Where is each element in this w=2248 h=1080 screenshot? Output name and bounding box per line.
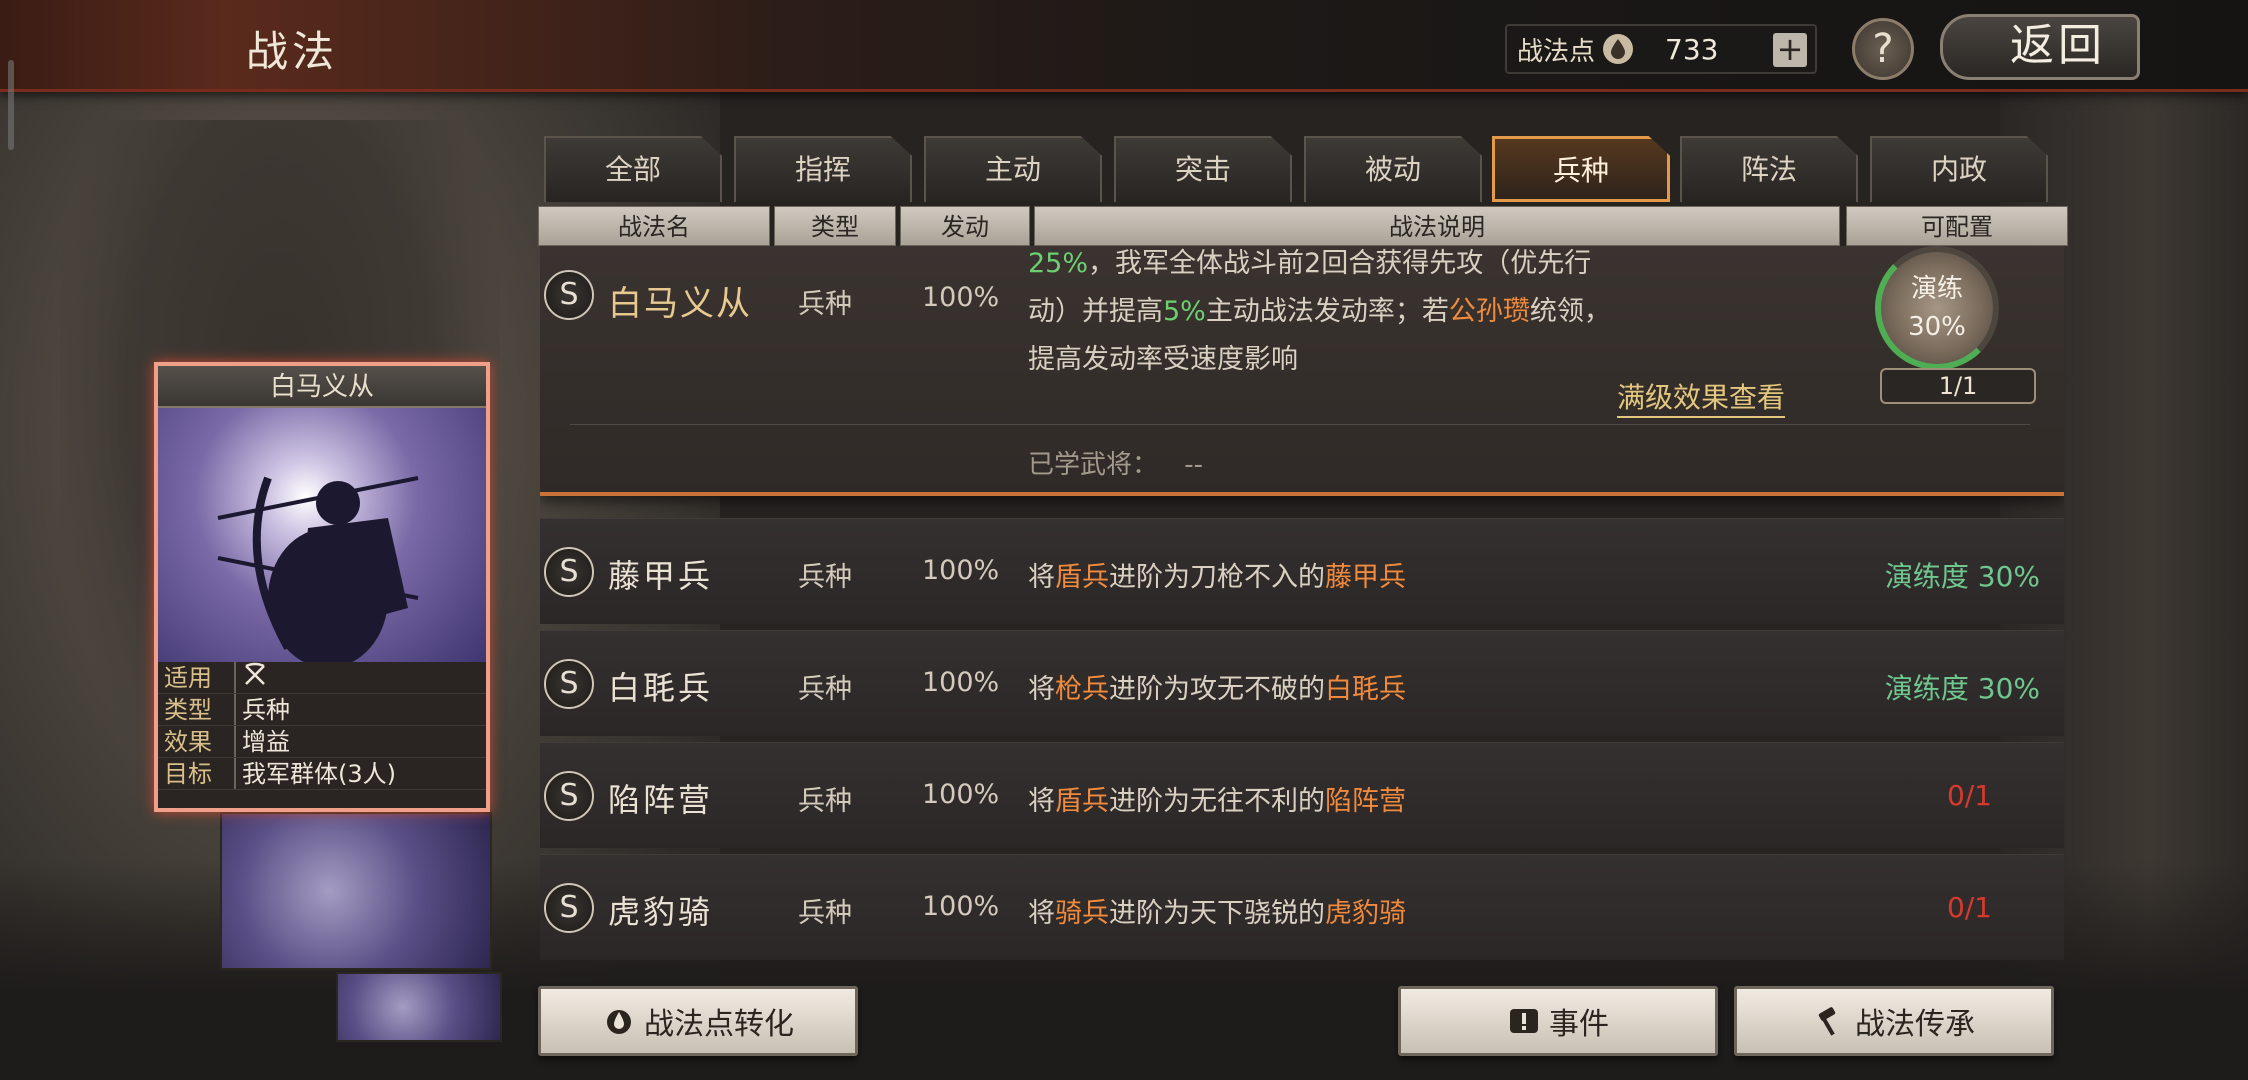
tactic-description: 将骑兵进阶为天下骁锐的虎豹骑 [1028,898,1406,929]
tactic-description: 将盾兵进阶为刀枪不入的藤甲兵 [1028,562,1406,593]
tactic-type: 兵种 [798,674,852,705]
grade-badge: S [544,270,594,320]
tactic-type: 兵种 [798,898,852,929]
drill-label: 演练 [1910,274,1963,304]
tactic-name: 白毦兵 [608,669,714,707]
desc-highlight: 5% [1163,296,1206,327]
learned-generals: 已学武将： -- [1028,444,1203,481]
hammer-icon [1813,1004,1847,1038]
card-info-row: 适用 [158,662,486,694]
card-info-row: 类型 兵种 [158,694,486,726]
convert-points-label: 战法点转化 [644,1007,794,1042]
grade-badge: S [544,771,594,821]
tactic-list[interactable]: S 白马义从 兵种 100% 25%，我军全体战斗前2回合获得先攻（优先行动）并… [540,246,2064,966]
tactic-card[interactable]: 白马义从 适用 类型 兵种 效果 增益 目标 我军群体(3人) [154,362,490,812]
tactic-rate: 100% [922,667,1000,698]
divider [570,424,2030,425]
grade-badge: S [544,547,594,597]
column-header-type: 类型 [774,206,896,246]
drop-icon [602,1004,636,1038]
tab-passive[interactable]: 被动 [1304,136,1482,202]
tactic-description: 将枪兵进阶为攻无不破的白毦兵 [1028,674,1406,705]
capacity-badge: 1/1 [1880,368,2036,404]
event-icon [1507,1004,1541,1038]
card-art [158,408,486,662]
tactic-name: 虎豹骑 [608,893,714,931]
events-button[interactable]: 事件 [1398,986,1718,1056]
page-title: 战法 [246,27,339,76]
card-thumbnail[interactable] [336,972,502,1042]
table-row[interactable]: S 藤甲兵 兵种 100% 将盾兵进阶为刀枪不入的藤甲兵 演练度 30% [540,518,2064,624]
full-effect-link[interactable]: 满级效果查看 [1617,376,1786,418]
tactic-description: 25%，我军全体战斗前2回合获得先攻（优先行动）并提高5%主动战法发动率；若公孙… [1028,246,1628,384]
learned-label: 已学武将： [1028,450,1159,480]
card-info-row: 效果 增益 [158,726,486,758]
tactic-rate: 100% [922,779,1000,810]
inherit-button[interactable]: 战法传承 [1734,986,2054,1056]
drill-button[interactable]: 演练 30% [1875,246,1999,370]
card-info: 适用 类型 兵种 效果 增益 目标 我军群体(3人) [158,662,486,790]
tactic-name: 白马义从 [608,284,752,324]
tab-assault[interactable]: 突击 [1114,136,1292,202]
scrollbar-thumb[interactable] [8,60,14,150]
tactic-description: 将盾兵进阶为无往不利的陷阵营 [1028,786,1406,817]
plus-icon[interactable]: + [1773,33,1807,67]
desc-text: 主动战法发动率；若 [1205,296,1449,327]
crossed-bows-icon [234,662,268,693]
column-header-description: 战法说明 [1034,206,1840,246]
tab-command[interactable]: 指挥 [734,136,912,202]
column-header-configurable: 可配置 [1846,206,2068,246]
desc-general-name: 公孙瓒 [1448,296,1530,327]
tactic-points-value: 733 [1665,32,1719,66]
capacity-status: 0/1 [1946,779,1992,812]
tactic-points-box: 战法点 733 + [1505,24,1817,74]
convert-points-button[interactable]: 战法点转化 [538,986,858,1056]
tactic-rate: 100% [922,282,1000,313]
grade-badge: S [544,659,594,709]
tactic-type: 兵种 [798,289,852,320]
column-header-name: 战法名 [538,206,770,246]
tab-internal-affairs[interactable]: 内政 [1870,136,2048,202]
desc-highlight: 25% [1028,248,1089,279]
tab-troop-type[interactable]: 兵种 [1492,136,1670,202]
card-info-row: 目标 我军群体(3人) [158,758,486,790]
expanded-tactic-row[interactable]: S 白马义从 兵种 100% 25%，我军全体战斗前2回合获得先攻（优先行动）并… [540,246,2064,496]
tab-all[interactable]: 全部 [544,136,722,202]
tactic-rate: 100% [922,555,1000,586]
grade-badge: S [544,883,594,933]
table-row[interactable]: S 虎豹骑 兵种 100% 将骑兵进阶为天下骁锐的虎豹骑 0/1 [540,854,2064,960]
tab-active[interactable]: 主动 [924,136,1102,202]
tactic-type: 兵种 [798,786,852,817]
drill-value: 30% [1908,312,1966,342]
card-thumbnail[interactable] [220,812,492,970]
back-button[interactable]: 返回 [1940,14,2140,80]
tactic-name: 藤甲兵 [608,557,714,595]
capacity-status: 0/1 [1946,891,1992,924]
card-title: 白马义从 [158,366,486,408]
column-header-rate: 发动 [900,206,1030,246]
tactic-type: 兵种 [798,562,852,593]
tactic-points-label: 战法点 [1517,36,1596,67]
top-bar: 战法 战法点 733 + ? 返回 [0,0,2248,92]
help-icon[interactable]: ? [1852,18,1914,80]
tactic-rate: 100% [922,891,1000,922]
table-row[interactable]: S 白毦兵 兵种 100% 将枪兵进阶为攻无不破的白毦兵 演练度 30% [540,630,2064,736]
tab-formation[interactable]: 阵法 [1680,136,1858,202]
events-label: 事件 [1549,1007,1609,1042]
table-row[interactable]: S 陷阵营 兵种 100% 将盾兵进阶为无往不利的陷阵营 0/1 [540,742,2064,848]
learned-value: -- [1184,450,1204,480]
drill-status: 演练度 30% [1884,560,2040,593]
tactic-name: 陷阵营 [608,781,714,819]
inherit-label: 战法传承 [1855,1007,1975,1042]
drill-status: 演练度 30% [1884,672,2040,705]
drop-icon [1603,34,1634,64]
